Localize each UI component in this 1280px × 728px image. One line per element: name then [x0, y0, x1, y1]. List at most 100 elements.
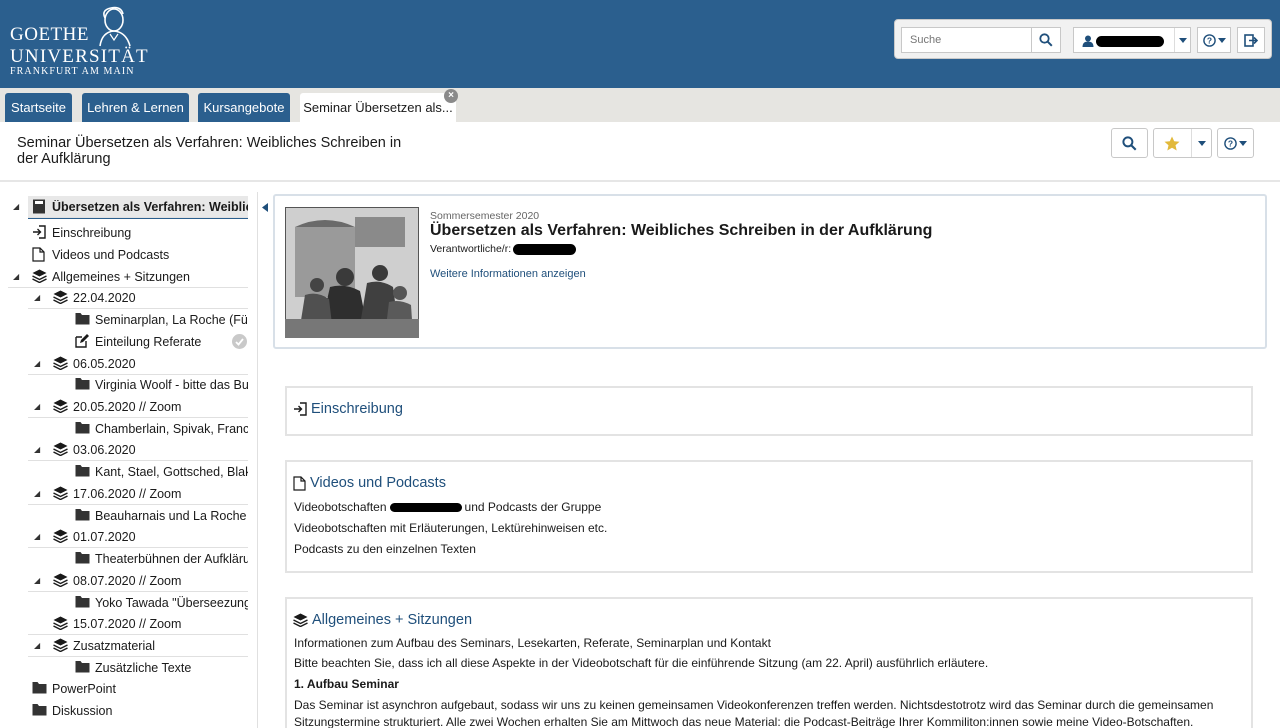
tree-toggle-expanded-icon[interactable]: ◢ — [34, 402, 40, 411]
edit-icon — [75, 334, 89, 353]
help-icon: ? — [1224, 136, 1237, 150]
tree-node[interactable]: Zusatzmaterial — [73, 635, 248, 656]
allgemeines-block: Allgemeines + Sitzungen Informationen zu… — [285, 597, 1253, 728]
einschreibung-block: Einschreibung — [285, 386, 1253, 436]
main-tab-bar: Startseite Lehren & Lernen Kursangebote … — [0, 88, 1280, 122]
allgemeines-line-1: Informationen zum Aufbau des Seminars, L… — [294, 636, 771, 650]
redacted-responsible-name — [513, 244, 576, 255]
chevron-down-icon[interactable] — [1191, 129, 1212, 157]
tree-toggle-expanded-icon[interactable]: ◢ — [34, 359, 40, 368]
tree-node[interactable]: 20.05.2020 // Zoom — [73, 396, 248, 417]
tree-node[interactable]: 01.07.2020 — [73, 526, 248, 547]
tree-node[interactable]: Einschreibung — [52, 222, 248, 243]
star-icon — [1164, 136, 1180, 150]
tree-node-label: Virginia Woolf - bitte das Buc — [95, 377, 248, 392]
logout-icon — [1244, 33, 1258, 47]
tree-node-label: Übersetzen als Verfahren: Weiblich — [52, 199, 248, 214]
tree-node[interactable]: Yoko Tawada "Überseezunge — [95, 592, 248, 613]
more-info-link[interactable]: Weitere Informationen anzeigen — [430, 268, 586, 280]
tree-node[interactable]: 17.06.2020 // Zoom — [73, 483, 248, 504]
tree-node[interactable]: Allgemeines + Sitzungen — [52, 266, 248, 287]
folder-icon — [75, 660, 90, 678]
tree-row-divider — [28, 217, 248, 218]
search-button[interactable] — [1031, 27, 1061, 53]
layers-icon — [53, 529, 68, 548]
course-search-button[interactable] — [1111, 128, 1148, 158]
sign-in-icon — [294, 402, 307, 416]
responsible-label: Verantwortliche/r: — [430, 243, 512, 255]
course-help-button[interactable]: ? — [1217, 128, 1254, 158]
tab-lehren-lernen[interactable]: Lehren & Lernen — [82, 93, 189, 122]
tree-node[interactable]: Diskussion — [52, 700, 248, 721]
top-header: GOETHE UNIVERSITÄT FRANKFURT AM MAIN Suc… — [0, 0, 1280, 88]
tree-node[interactable]: Seminarplan, La Roche (Für — [95, 309, 248, 330]
tree-node[interactable]: Einteilung Referate — [95, 331, 248, 352]
user-menu-button[interactable] — [1073, 27, 1191, 53]
tree-node[interactable]: Beauharnais und La Roche — [95, 505, 248, 526]
favorite-button[interactable] — [1153, 128, 1212, 158]
logout-button[interactable] — [1237, 27, 1265, 53]
videos-description-line-3: Podcasts zu den einzelnen Texten — [294, 542, 476, 556]
tree-toggle-expanded-icon[interactable]: ◢ — [34, 445, 40, 454]
redacted-username — [1096, 36, 1164, 47]
layers-icon — [293, 613, 308, 627]
search-icon — [1122, 135, 1137, 150]
tree-toggle-expanded-icon[interactable]: ◢ — [34, 489, 40, 498]
tree-toggle-expanded-icon[interactable]: ◢ — [34, 641, 40, 650]
tree-toggle-expanded-icon[interactable]: ◢ — [34, 293, 40, 302]
goethe-portrait-icon — [99, 6, 131, 47]
tree-node[interactable]: Chamberlain, Spivak, Franck — [95, 418, 248, 439]
videos-description-line-2: Videobotschaften mit Erläuterungen, Lekt… — [294, 521, 608, 535]
tab-current-course[interactable]: Seminar Übersetzen als... — [300, 93, 456, 122]
folder-icon — [75, 377, 90, 395]
tree-node[interactable]: 08.07.2020 // Zoom — [73, 570, 248, 591]
einschreibung-link[interactable]: Einschreibung — [293, 401, 403, 417]
tree-toggle-expanded-icon[interactable]: ◢ — [34, 576, 40, 585]
header-toolbox: ? — [894, 19, 1272, 59]
videos-link[interactable]: Videos und Podcasts — [293, 475, 446, 491]
tree-toggle-expanded-icon[interactable]: ◢ — [13, 202, 19, 211]
tree-node-label: Zusatzmaterial — [73, 638, 155, 653]
tree-node[interactable]: Videos und Podcasts — [52, 244, 248, 265]
layers-icon — [53, 486, 68, 505]
folder-icon — [75, 312, 90, 330]
allgemeines-link[interactable]: Allgemeines + Sitzungen — [293, 612, 472, 628]
allgemeines-heading: 1. Aufbau Seminar — [294, 677, 399, 691]
search-input[interactable] — [901, 27, 1031, 53]
file-icon — [32, 247, 45, 267]
close-tab-icon[interactable]: × — [444, 89, 458, 103]
tab-kursangebote[interactable]: Kursangebote — [198, 93, 290, 122]
sign-in-icon — [32, 225, 46, 244]
tree-toggle-expanded-icon[interactable]: ◢ — [34, 532, 40, 541]
course-image — [285, 207, 419, 338]
folder-icon — [75, 421, 90, 439]
tree-node[interactable]: Kant, Stael, Gottsched, Blake — [95, 461, 248, 482]
completion-check-icon[interactable] — [232, 334, 247, 349]
tree-node[interactable]: Übersetzen als Verfahren: Weiblich — [52, 196, 248, 217]
search-icon — [1039, 33, 1053, 47]
tree-node[interactable]: 15.07.2020 // Zoom — [73, 613, 248, 634]
redacted-author-name — [389, 503, 462, 513]
tree-node-label: Allgemeines + Sitzungen — [52, 269, 190, 284]
tree-collapse-strip[interactable] — [257, 192, 271, 728]
logo-line-1: GOETHE — [10, 24, 89, 45]
help-menu-button[interactable]: ? — [1197, 27, 1231, 53]
folder-icon — [32, 681, 47, 699]
tree-node[interactable]: Theaterbühnen der Aufklärun — [95, 548, 248, 569]
tree-toggle-expanded-icon[interactable]: ◢ — [13, 272, 19, 281]
tree-node-label: 20.05.2020 // Zoom — [73, 399, 182, 414]
tree-node[interactable]: Zusätzliche Texte — [95, 657, 248, 678]
book-icon — [32, 199, 46, 219]
folder-icon — [32, 703, 47, 721]
tab-startseite[interactable]: Startseite — [5, 93, 72, 122]
help-icon: ? — [1202, 33, 1216, 47]
allgemeines-line-3: Das Seminar ist asynchron aufgebaut, sod… — [294, 698, 1214, 712]
tree-node[interactable]: 03.06.2020 — [73, 439, 248, 460]
chevron-left-icon[interactable] — [262, 203, 268, 212]
tree-node[interactable]: 22.04.2020 — [73, 287, 248, 308]
videos-block: Videos und Podcasts Videobotschaften und … — [285, 460, 1253, 573]
tree-node[interactable]: 06.05.2020 — [73, 353, 248, 374]
university-logo[interactable]: GOETHE UNIVERSITÄT FRANKFURT AM MAIN — [8, 6, 148, 78]
tree-node[interactable]: PowerPoint — [52, 678, 248, 699]
tree-node[interactable]: Virginia Woolf - bitte das Buc — [95, 374, 248, 395]
